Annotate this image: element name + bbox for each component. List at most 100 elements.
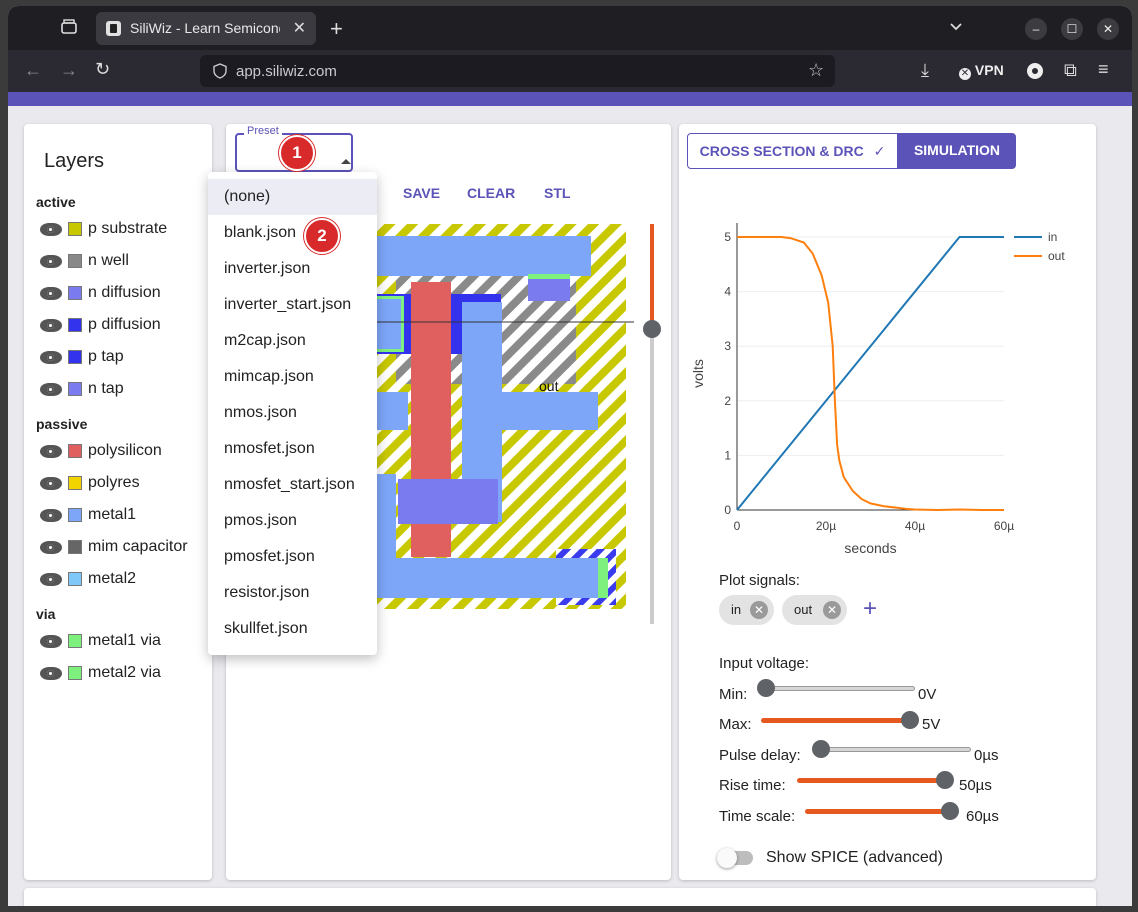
layers-panel: Layers active p substrate n well n diffu… (24, 124, 212, 880)
visibility-eye-icon[interactable] (40, 287, 62, 300)
layer-label: metal1 via (88, 632, 161, 649)
extensions-icon[interactable]: ⧉ (1064, 60, 1077, 81)
vpn-button[interactable]: ✕ VPN (959, 62, 1004, 80)
visibility-eye-icon[interactable] (40, 541, 62, 554)
time-scale-value: 60µs (966, 808, 999, 825)
vpn-icon: ✕ (959, 68, 971, 80)
maximize-icon[interactable]: ☐ (1061, 18, 1083, 40)
tab-overview-icon[interactable] (60, 18, 78, 41)
close-window-icon[interactable]: ✕ (1097, 18, 1119, 40)
rise-time-slider-thumb[interactable] (936, 771, 954, 789)
pulse-delay-slider[interactable] (821, 747, 971, 752)
visibility-eye-icon[interactable] (40, 477, 62, 490)
metal1-via-top (528, 274, 570, 279)
layer-label: metal1 (88, 506, 137, 523)
back-icon[interactable]: ← (24, 60, 42, 81)
toggle-knob[interactable] (717, 848, 737, 868)
menu-item-nmos[interactable]: nmos.json (208, 395, 377, 431)
layer-swatch (68, 634, 82, 648)
tab-close-icon[interactable]: ✕ (293, 18, 306, 38)
menu-item-nmosfet-start[interactable]: nmosfet_start.json (208, 467, 377, 503)
menu-item-pmosfet[interactable]: pmosfet.json (208, 539, 377, 575)
tab-cross-section[interactable]: CROSS SECTION & DRC ✓ (687, 133, 898, 169)
downloads-icon[interactable]: ⤓ (921, 60, 929, 81)
visibility-eye-icon[interactable] (40, 223, 62, 236)
menu-item-mimcap[interactable]: mimcap.json (208, 359, 377, 395)
forward-icon[interactable]: → (60, 60, 78, 81)
max-slider[interactable] (761, 718, 911, 723)
layer-label: metal2 via (88, 664, 161, 681)
min-slider[interactable] (767, 686, 915, 691)
add-signal-icon[interactable]: + (863, 597, 877, 621)
layer-label: mim capacitor (88, 538, 188, 555)
min-slider-thumb[interactable] (757, 679, 775, 697)
remove-signal-icon[interactable]: ✕ (750, 601, 768, 619)
visibility-eye-icon[interactable] (40, 573, 62, 586)
visibility-eye-icon[interactable] (40, 319, 62, 332)
bookmark-star-icon[interactable]: ☆ (808, 60, 824, 81)
visibility-eye-icon[interactable] (40, 351, 62, 364)
visibility-eye-icon[interactable] (40, 667, 62, 680)
vpn-label: VPN (974, 62, 1004, 78)
layer-swatch (68, 572, 82, 586)
account-icon[interactable] (1027, 63, 1043, 79)
layer-label: p tap (88, 348, 124, 365)
show-spice-toggle[interactable] (717, 848, 753, 868)
stl-button[interactable]: STL (544, 185, 570, 201)
menu-item-none[interactable]: (none) (208, 179, 377, 215)
signal-chip-in[interactable]: in ✕ (719, 595, 774, 625)
pulse-delay-value: 0µs (974, 747, 999, 764)
layer-swatch (68, 382, 82, 396)
menu-item-inverter-start[interactable]: inverter_start.json (208, 287, 377, 323)
address-bar[interactable]: app.siliwiz.com ☆ (200, 55, 835, 87)
dropdown-arrow-icon[interactable] (341, 159, 351, 164)
time-scale-slider[interactable] (805, 809, 955, 814)
cross-section-slider-thumb[interactable] (643, 320, 661, 338)
remove-signal-icon[interactable]: ✕ (823, 601, 841, 619)
menu-hamburger-icon[interactable]: ≡ (1098, 59, 1109, 80)
checkmark-icon: ✓ (873, 143, 886, 159)
layer-label: metal2 (88, 570, 137, 587)
visibility-eye-icon[interactable] (40, 445, 62, 458)
pulse-delay-slider-thumb[interactable] (812, 740, 830, 758)
menu-item-inverter[interactable]: inverter.json (208, 251, 377, 287)
max-slider-thumb[interactable] (901, 711, 919, 729)
signal-chip-out[interactable]: out ✕ (782, 595, 847, 625)
y-tick-label: 1 (724, 448, 731, 462)
menu-item-nmosfet[interactable]: nmosfet.json (208, 431, 377, 467)
tab-simulation[interactable]: SIMULATION (898, 133, 1016, 169)
preset-dropdown-menu: (none) blank.json inverter.json inverter… (208, 172, 377, 655)
visibility-eye-icon[interactable] (40, 509, 62, 522)
bottom-card (24, 888, 1096, 906)
menu-item-pmos[interactable]: pmos.json (208, 503, 377, 539)
visibility-eye-icon[interactable] (40, 383, 62, 396)
save-button[interactable]: SAVE (403, 185, 440, 201)
reload-icon[interactable]: ↻ (95, 59, 110, 80)
menu-item-blank[interactable]: blank.json (208, 215, 377, 251)
menu-item-skullfet[interactable]: skullfet.json (208, 611, 377, 647)
new-tab-icon[interactable]: + (330, 16, 343, 42)
visibility-eye-icon[interactable] (40, 255, 62, 268)
rise-time-slider[interactable] (797, 778, 947, 783)
menu-item-resistor[interactable]: resistor.json (208, 575, 377, 611)
out-label: out (539, 378, 559, 394)
max-value: 5V (922, 716, 941, 733)
layer-label: n diffusion (88, 284, 161, 301)
min-label: Min: (719, 686, 748, 703)
minimize-icon[interactable]: – (1025, 18, 1047, 40)
tab-title: SiliWiz - Learn Semiconductor (130, 20, 280, 36)
visibility-eye-icon[interactable] (40, 635, 62, 648)
clear-button[interactable]: CLEAR (467, 185, 515, 201)
time-scale-slider-thumb[interactable] (941, 802, 959, 820)
layer-swatch (68, 286, 82, 300)
menu-item-m2cap[interactable]: m2cap.json (208, 323, 377, 359)
browser-tab-siliwiz[interactable]: SiliWiz - Learn Semiconductor ✕ (96, 12, 316, 45)
tab-list-chevron-icon[interactable] (948, 18, 964, 39)
site-security-icon[interactable] (212, 63, 228, 84)
group-label-passive: passive (36, 416, 88, 432)
group-label-via: via (36, 606, 56, 622)
series-line-in (736, 236, 1004, 511)
y-axis-title: volts (690, 359, 706, 388)
simulation-panel: CROSS SECTION & DRC ✓ SIMULATION 0123450… (679, 124, 1096, 880)
n-diffusion-top-right (528, 279, 570, 301)
